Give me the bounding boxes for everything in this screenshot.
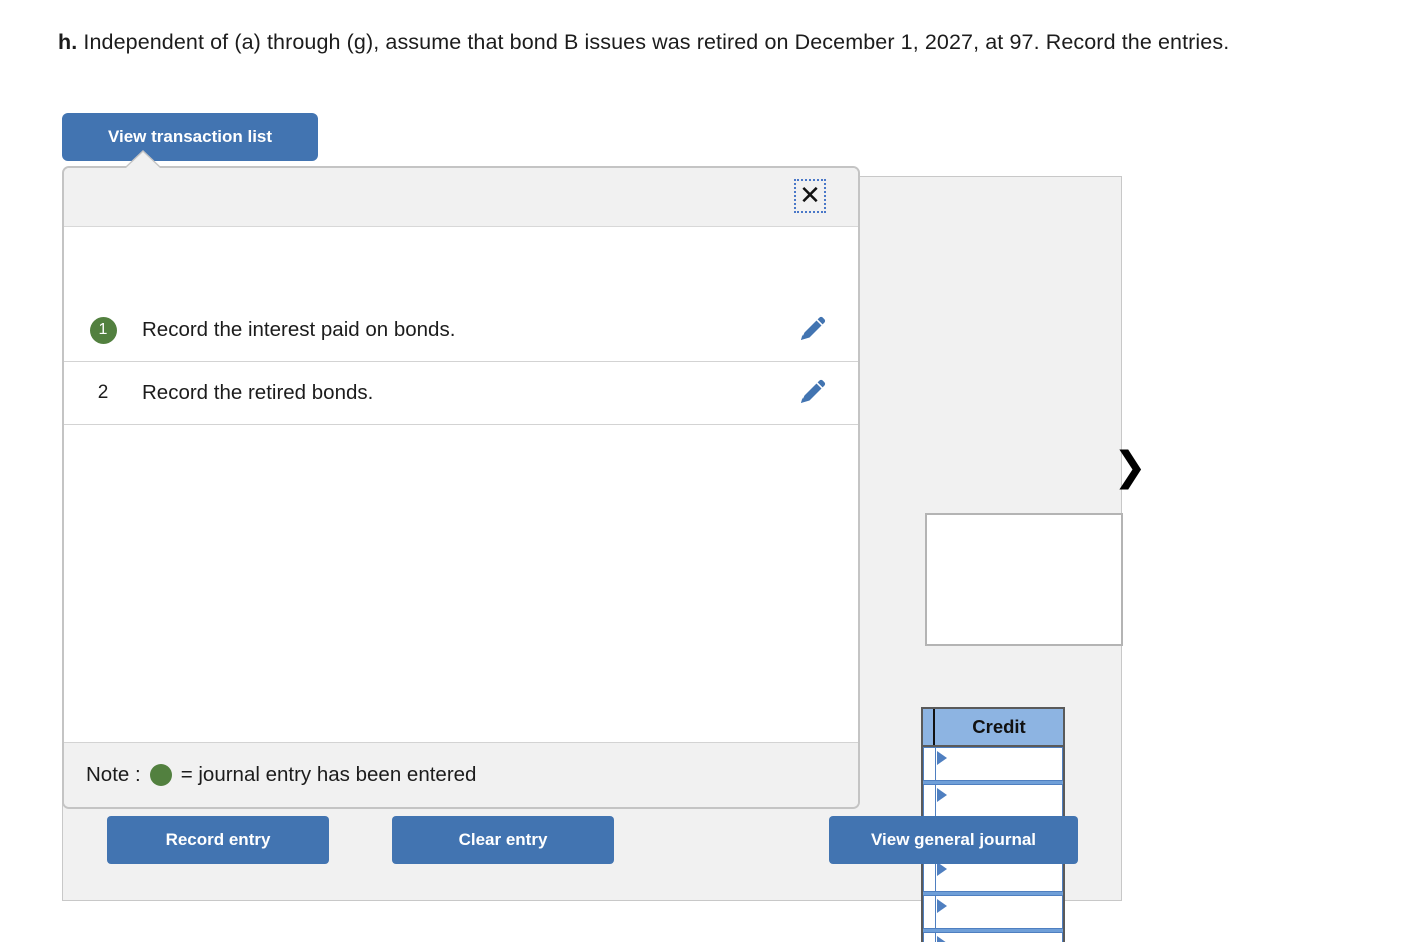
cell-debit-partial[interactable] — [923, 747, 935, 781]
cell-credit[interactable] — [935, 747, 1063, 781]
note-prefix: Note : — [86, 763, 141, 786]
transaction-label: Record the interest paid on bonds. — [142, 318, 456, 341]
row-marker-icon — [937, 788, 947, 802]
transaction-number: 2 — [64, 382, 142, 404]
memo-textbox[interactable] — [925, 513, 1123, 646]
page-root: h. Independent of (a) through (g), assum… — [0, 0, 1422, 942]
table-row[interactable] — [923, 747, 1063, 784]
popup-notch — [126, 152, 160, 168]
pencil-icon[interactable] — [766, 376, 858, 410]
cell-debit-partial[interactable] — [923, 784, 935, 818]
close-glyph: ✕ — [799, 181, 821, 211]
journal-table-header-row: Credit — [921, 707, 1065, 747]
view-general-journal-button[interactable]: View general journal — [829, 816, 1078, 864]
question-prompt: h. Independent of (a) through (g), assum… — [58, 28, 1398, 57]
table-row[interactable] — [923, 932, 1063, 942]
clear-entry-button[interactable]: Clear entry — [392, 816, 614, 864]
question-letter: h. — [58, 30, 78, 54]
list-item[interactable]: 1 Record the interest paid on bonds. — [64, 299, 858, 362]
transaction-label: Record the retired bonds. — [142, 381, 374, 404]
view-transaction-list-button[interactable]: View transaction list — [62, 113, 318, 161]
cell-debit-partial[interactable] — [923, 895, 935, 929]
close-icon[interactable]: ✕ — [794, 179, 826, 213]
row-marker-icon — [937, 862, 947, 876]
popup-note-bar: Note : = journal entry has been entered — [64, 742, 858, 807]
column-header-debit-partial — [923, 709, 935, 745]
note-suffix: = journal entry has been entered — [180, 763, 477, 786]
transaction-list-body: 1 Record the interest paid on bonds. 2 R… — [64, 227, 858, 743]
transaction-number: 1 — [64, 316, 142, 344]
table-row[interactable] — [923, 895, 1063, 932]
transaction-list-popup: ✕ 1 Record the interest paid on bonds. 2… — [62, 166, 860, 809]
note-text: Note : = journal entry has been entered — [86, 763, 476, 787]
question-text: Independent of (a) through (g), assume t… — [83, 30, 1230, 54]
cell-credit[interactable] — [935, 932, 1063, 942]
column-header-credit: Credit — [935, 709, 1063, 745]
transaction-number-label: 2 — [97, 382, 109, 403]
chevron-right-icon[interactable]: ❯ — [1110, 445, 1150, 491]
row-marker-icon — [937, 936, 947, 942]
entered-dot-icon — [149, 764, 172, 786]
popup-header: ✕ — [64, 168, 858, 227]
row-marker-icon — [937, 751, 947, 765]
cell-credit[interactable] — [935, 895, 1063, 929]
row-marker-icon — [937, 899, 947, 913]
cell-credit[interactable] — [935, 784, 1063, 818]
record-entry-button[interactable]: Record entry — [107, 816, 329, 864]
pencil-icon[interactable] — [766, 313, 858, 347]
cell-debit-partial[interactable] — [923, 932, 935, 942]
entered-badge: 1 — [89, 316, 117, 344]
list-item[interactable]: 2 Record the retired bonds. — [64, 362, 858, 425]
